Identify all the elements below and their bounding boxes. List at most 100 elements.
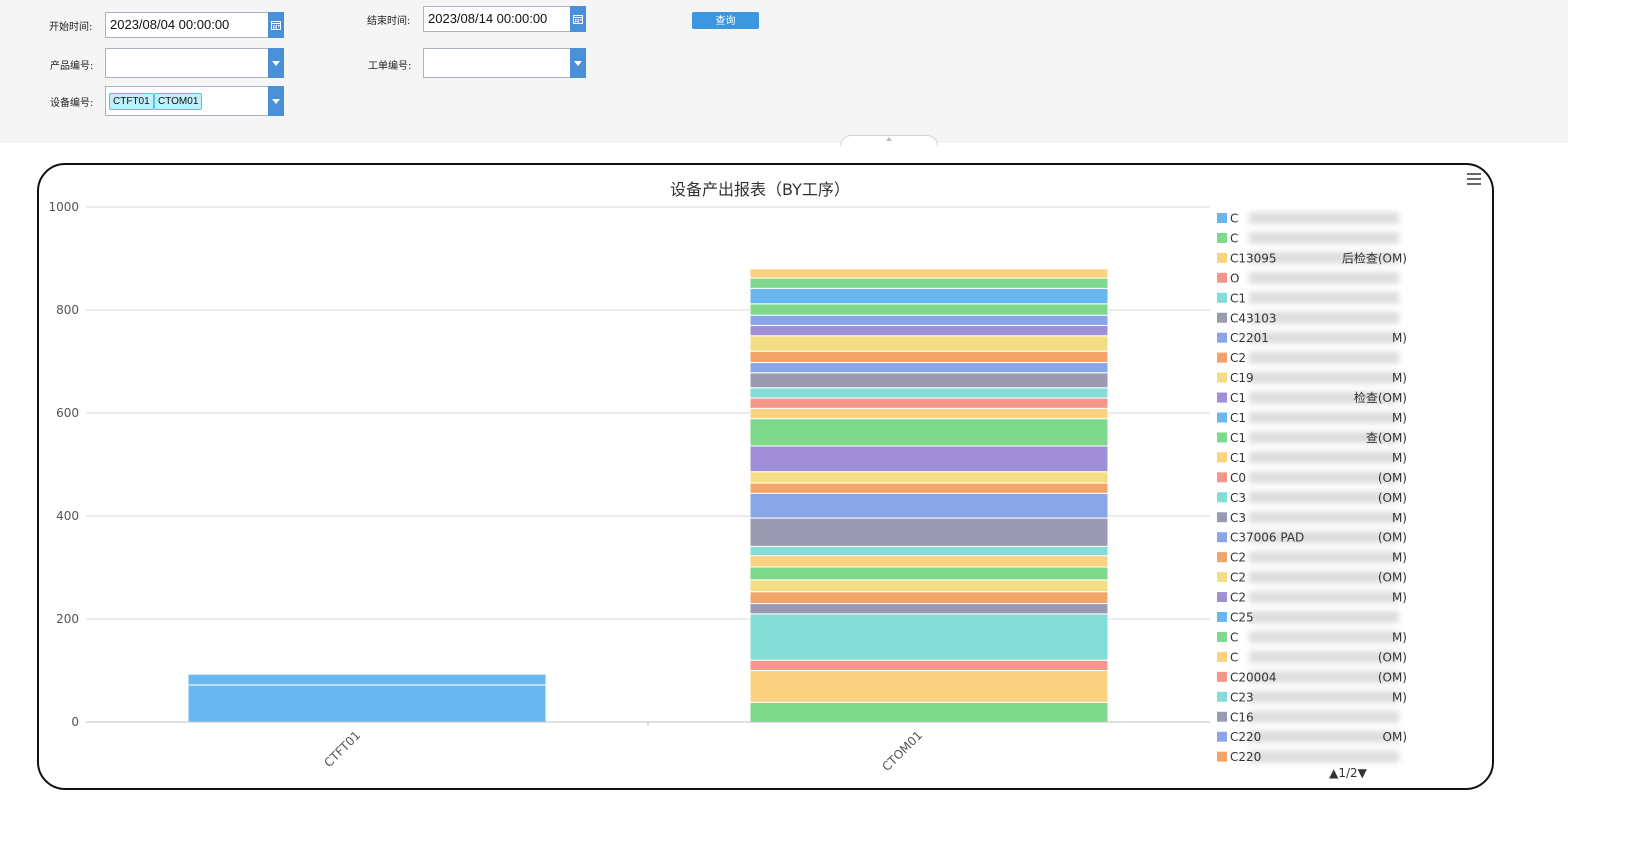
legend-pager[interactable]: ▲1/2▼: [1329, 766, 1368, 780]
bar-segment: [749, 324, 1109, 337]
legend-label: C1: [1230, 431, 1246, 445]
legend-label: C1: [1230, 451, 1246, 465]
legend-label: C: [1230, 212, 1238, 226]
bar-segment: [749, 545, 1109, 557]
legend-label: C2: [1230, 351, 1246, 365]
bar-segment: [749, 314, 1109, 326]
legend-item[interactable]: C3 (OM): [1217, 491, 1407, 505]
legend-label-redacted: [1249, 710, 1399, 723]
legend-label: C2: [1230, 591, 1246, 605]
legend-item[interactable]: C2201 M): [1217, 331, 1407, 345]
legend-swatch: [1217, 631, 1227, 642]
bar-segment: [749, 566, 1109, 581]
legend-item[interactable]: C20004 (OM): [1217, 670, 1407, 684]
legend-item[interactable]: C1 M): [1217, 411, 1407, 425]
bar-segment: [749, 603, 1109, 615]
legend-label-redacted: [1249, 451, 1399, 464]
legend-item[interactable]: C1: [1217, 291, 1399, 305]
bar-segment: [749, 482, 1109, 494]
legend-label-redacted: [1249, 750, 1399, 763]
legend-label-redacted: [1249, 411, 1399, 424]
legend-label-end: 后检查(OM): [1342, 250, 1407, 265]
legend-item[interactable]: C16: [1217, 710, 1399, 724]
legend-label: C13095: [1230, 251, 1277, 265]
legend-swatch: [1217, 272, 1227, 283]
legend-item[interactable]: C1 查(OM): [1217, 431, 1407, 445]
legend-label-end: M): [1392, 411, 1407, 425]
legend-label-redacted: [1249, 571, 1399, 584]
y-tick-label: 0: [71, 715, 79, 729]
bar-segment: [749, 701, 1109, 723]
legend-label: C25: [1230, 611, 1254, 625]
legend-swatch: [1217, 292, 1227, 303]
y-tick-label: 400: [56, 509, 79, 523]
bar-segment: [749, 335, 1109, 352]
legend-item[interactable]: C2 M): [1217, 551, 1407, 565]
legend-label-redacted: [1249, 630, 1399, 643]
legend-swatch: [1217, 612, 1227, 622]
bar-segment: [749, 268, 1109, 279]
bar-segment: [749, 579, 1109, 593]
legend-item[interactable]: C0 (OM): [1217, 471, 1407, 485]
legend-label-end: M): [1392, 690, 1407, 704]
legend-item[interactable]: C3 M): [1217, 511, 1407, 525]
legend-swatch: [1217, 372, 1227, 383]
legend-item[interactable]: C1 检查(OM): [1217, 390, 1407, 405]
legend-label-end: M): [1392, 451, 1407, 465]
legend-item[interactable]: C1 M): [1217, 451, 1407, 465]
legend-label-redacted: [1249, 271, 1399, 284]
legend-item[interactable]: C (OM): [1217, 650, 1407, 664]
legend-item[interactable]: C220: [1217, 750, 1399, 764]
legend-label: C220: [1230, 750, 1261, 764]
legend-label-end: M): [1392, 591, 1407, 605]
legend-label: C2: [1230, 571, 1246, 585]
legend-label-redacted: [1249, 690, 1399, 703]
bar-segment: [749, 471, 1109, 484]
y-tick-label: 1000: [48, 200, 79, 214]
legend-item[interactable]: C25: [1217, 611, 1399, 625]
legend-swatch: [1217, 392, 1227, 403]
legend-label-end: (OM): [1378, 491, 1407, 505]
legend-label-end: M): [1392, 331, 1407, 345]
legend: CC C13095 后检查(OM) O C1 C43103 C2201 M) C2 C19 M) C1…: [1217, 212, 1407, 764]
legend-label: C16: [1230, 710, 1254, 724]
legend-label-redacted: [1249, 331, 1399, 344]
legend-label-redacted: [1249, 551, 1399, 564]
legend-swatch: [1217, 232, 1227, 243]
legend-item[interactable]: C19 M): [1217, 371, 1407, 385]
bar-segment: [749, 670, 1109, 703]
legend-item[interactable]: C2: [1217, 351, 1399, 365]
legend-item[interactable]: C: [1217, 212, 1399, 226]
bar-segment: [749, 277, 1109, 289]
x-tick-label: CTFT01: [321, 728, 363, 770]
bar-segment: [749, 372, 1109, 389]
bar-segment: [187, 673, 547, 686]
bar-segment: [749, 492, 1109, 519]
y-tick-label: 600: [56, 406, 79, 420]
legend-label: C1: [1230, 411, 1246, 425]
legend-label-end: (OM): [1378, 571, 1407, 585]
legend-item[interactable]: C13095 后检查(OM): [1217, 250, 1407, 265]
legend-swatch: [1217, 572, 1227, 583]
legend-item[interactable]: C2 M): [1217, 591, 1407, 605]
bar-segment: [749, 287, 1109, 305]
bar-segment: [749, 591, 1109, 605]
legend-item[interactable]: O: [1217, 271, 1399, 285]
legend-item[interactable]: C43103: [1217, 311, 1399, 325]
legend-label-end: 检查(OM): [1354, 390, 1407, 405]
legend-item[interactable]: C23 M): [1217, 690, 1407, 704]
legend-label-redacted: [1249, 212, 1399, 224]
bar-segment: [749, 659, 1109, 672]
legend-item[interactable]: C220 OM): [1217, 730, 1407, 744]
legend-swatch: [1217, 671, 1227, 682]
legend-item[interactable]: C M): [1217, 630, 1407, 644]
legend-item[interactable]: C37006 PAD (OM): [1217, 531, 1407, 545]
legend-item[interactable]: C: [1217, 231, 1399, 245]
legend-swatch: [1217, 312, 1227, 323]
legend-label-end: M): [1392, 511, 1407, 525]
bar-segment: [749, 387, 1109, 399]
legend-swatch: [1217, 352, 1227, 363]
legend-item[interactable]: C2 (OM): [1217, 571, 1407, 585]
legend-label-redacted: [1249, 371, 1399, 384]
legend-label-redacted: [1249, 471, 1399, 484]
